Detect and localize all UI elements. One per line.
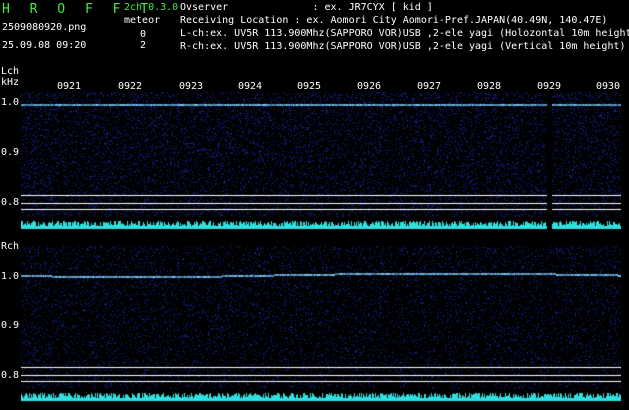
lch-ytick-1: 1.0: [1, 97, 20, 108]
time-tick-0922: 0922: [118, 81, 143, 92]
lch-unit: kHz: [1, 77, 20, 88]
rch-setup-info: R-ch:ex. UV5R 113.900Mhz(SAPPORO VOR)USB…: [180, 41, 626, 52]
lch-ytick-2: 0.9: [1, 147, 20, 158]
time-tick-0927: 0927: [417, 81, 442, 92]
meteor-label: meteor: [124, 15, 161, 26]
lch-spectrogram: [21, 92, 621, 231]
file-name: 2509080920.png: [2, 22, 87, 33]
lch-ytick-3: 0.8: [1, 197, 20, 208]
time-tick-0930: 0930: [596, 81, 621, 92]
capture-datetime: 25.09.08 09:20: [2, 40, 87, 51]
rch-ytick-2: 0.9: [1, 320, 20, 331]
rch-spectrogram: [21, 246, 621, 403]
meteor-count-lch: 0: [140, 29, 147, 40]
rch-ytick-1: 1.0: [1, 271, 20, 282]
time-tick-0928: 0928: [477, 81, 502, 92]
lch-label: Lch: [1, 66, 20, 77]
time-tick-0924: 0924: [238, 81, 263, 92]
lch-setup-info: L-ch:ex. UV5R 113.900Mhz(SAPPORO VOR)USB…: [180, 28, 629, 39]
observer-info: Ovserver : ex. JR7CYX [ kid ]: [180, 2, 433, 13]
time-tick-0926: 0926: [357, 81, 382, 92]
channel-version: 2ch 0.3.0: [124, 2, 179, 13]
time-tick-0921: 0921: [57, 81, 82, 92]
time-tick-0929: 0929: [537, 81, 562, 92]
rch-label: Rch: [1, 241, 20, 252]
meteor-count-rch: 2: [140, 40, 147, 51]
time-tick-0925: 0925: [297, 81, 322, 92]
rch-ytick-3: 0.8: [1, 370, 20, 381]
location-info: Receiving Location : ex. Aomori City Aom…: [180, 15, 608, 26]
time-tick-0923: 0923: [179, 81, 204, 92]
